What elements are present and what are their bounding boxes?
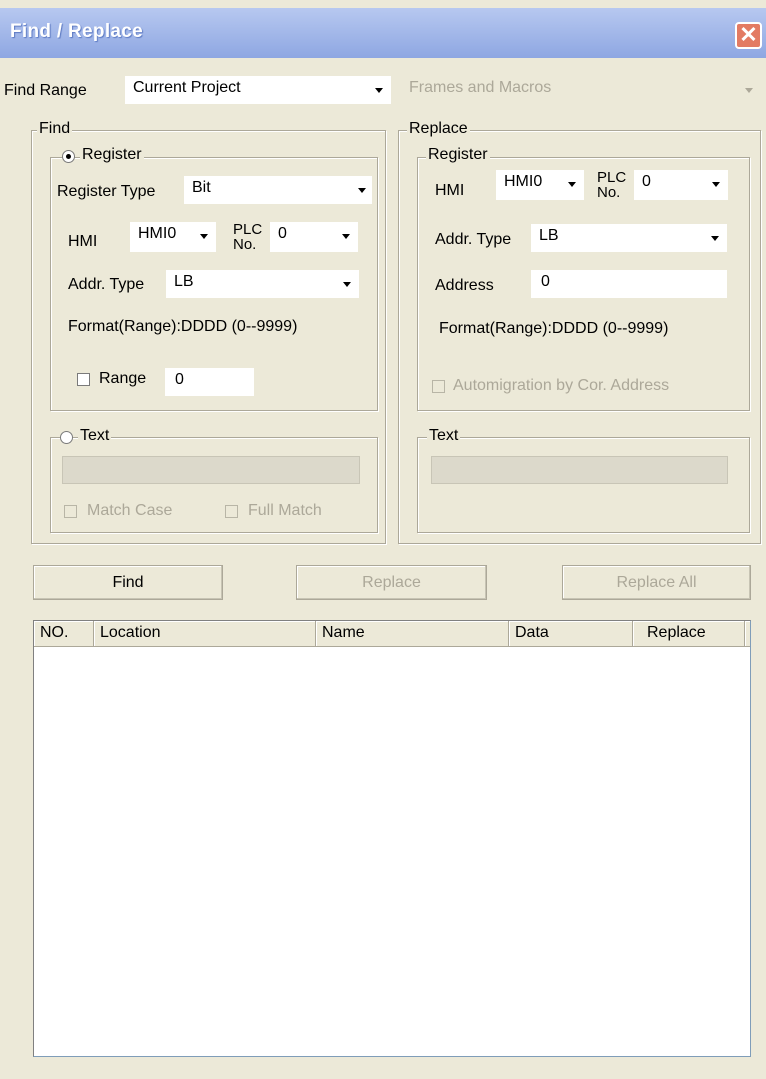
column-header-name[interactable]: Name (316, 621, 509, 647)
full-match-label: Full Match (248, 502, 322, 519)
column-header-location[interactable]: Location (94, 621, 316, 647)
automigration-checkbox[interactable] (432, 380, 445, 393)
find-text-label: Text (78, 427, 112, 445)
column-header-filler (745, 621, 750, 647)
replace-group-legend: Replace (407, 120, 470, 138)
close-icon: ✕ (739, 22, 758, 47)
range-input-value: 0 (175, 371, 184, 388)
replace-address-value: 0 (541, 273, 550, 290)
results-list[interactable]: NO. Location Name Data Replace (33, 620, 751, 1057)
chevron-down-icon (712, 182, 720, 187)
replace-text-group (417, 437, 750, 533)
find-plc-label-line1: PLC (233, 221, 263, 238)
close-button[interactable]: ✕ (735, 22, 762, 49)
replace-format-text: Format(Range):DDDD (0--9999) (439, 320, 669, 337)
window-title: Find / Replace (10, 21, 144, 42)
find-range-scope-value: Current Project (133, 79, 241, 96)
replace-addr-type-value: LB (539, 227, 559, 244)
replace-plc-label-line1: PLC (597, 169, 627, 186)
automigration-label: Automigration by Cor. Address (453, 377, 670, 394)
find-register-label: Register (80, 146, 144, 164)
register-type-value: Bit (192, 179, 211, 196)
chevron-down-icon (745, 88, 753, 93)
replace-register-legend: Register (426, 146, 490, 164)
chevron-down-icon (711, 236, 719, 241)
column-header-data[interactable]: Data (509, 621, 633, 647)
column-header-no[interactable]: NO. (34, 621, 94, 647)
replace-button[interactable]: Replace (296, 565, 487, 600)
find-hmi-select[interactable]: HMI0 (130, 222, 216, 252)
replace-plc-value: 0 (642, 173, 651, 190)
full-match-checkbox[interactable] (225, 505, 238, 518)
find-range-subscope-value: Frames and Macros (409, 79, 552, 96)
find-button[interactable]: Find (33, 565, 223, 600)
range-label: Range (99, 370, 147, 387)
replace-text-input[interactable] (431, 456, 728, 484)
find-range-label: Find Range (4, 82, 87, 99)
find-hmi-label: HMI (68, 233, 98, 250)
find-text-radio[interactable] (60, 431, 73, 444)
match-case-label: Match Case (87, 502, 173, 519)
column-header-replace[interactable]: Replace (633, 621, 745, 647)
find-register-radio[interactable] (62, 150, 75, 163)
replace-plc-select[interactable]: 0 (634, 170, 728, 200)
find-plc-label-line2: No. (233, 236, 257, 253)
chevron-down-icon (358, 188, 366, 193)
radio-selected-dot (66, 154, 71, 159)
match-case-checkbox[interactable] (64, 505, 77, 518)
replace-addr-type-select[interactable]: LB (531, 224, 727, 252)
find-addr-type-select[interactable]: LB (166, 270, 359, 298)
title-bar[interactable]: Find / Replace ✕ (0, 8, 766, 58)
register-type-select[interactable]: Bit (184, 176, 372, 204)
chevron-down-icon (568, 182, 576, 187)
find-text-input[interactable] (62, 456, 360, 484)
find-format-text: Format(Range):DDDD (0--9999) (68, 318, 298, 335)
find-plc-select[interactable]: 0 (270, 222, 358, 252)
find-plc-value: 0 (278, 225, 287, 242)
find-group-legend: Find (37, 120, 73, 138)
replace-addr-type-label: Addr. Type (435, 231, 512, 248)
find-addr-type-value: LB (174, 273, 194, 290)
replace-plc-label-line2: No. (597, 184, 621, 201)
find-range-subscope-select[interactable]: Frames and Macros (401, 76, 763, 104)
replace-text-legend: Text (427, 427, 461, 445)
replace-all-button[interactable]: Replace All (562, 565, 751, 600)
replace-hmi-value: HMI0 (504, 173, 543, 190)
find-replace-dialog: Find / Replace ✕ Find Range Current Proj… (0, 0, 766, 1079)
register-type-label: Register Type (57, 183, 156, 200)
replace-address-input[interactable]: 0 (531, 270, 727, 298)
chevron-down-icon (343, 282, 351, 287)
find-hmi-value: HMI0 (138, 225, 177, 242)
replace-hmi-label: HMI (435, 182, 465, 199)
find-addr-type-label: Addr. Type (68, 276, 145, 293)
find-range-scope-select[interactable]: Current Project (125, 76, 391, 104)
chevron-down-icon (375, 88, 383, 93)
replace-hmi-select[interactable]: HMI0 (496, 170, 584, 200)
chevron-down-icon (342, 234, 350, 239)
replace-address-label: Address (435, 277, 494, 294)
range-input[interactable]: 0 (165, 368, 254, 396)
range-checkbox[interactable] (77, 373, 90, 386)
chevron-down-icon (200, 234, 208, 239)
